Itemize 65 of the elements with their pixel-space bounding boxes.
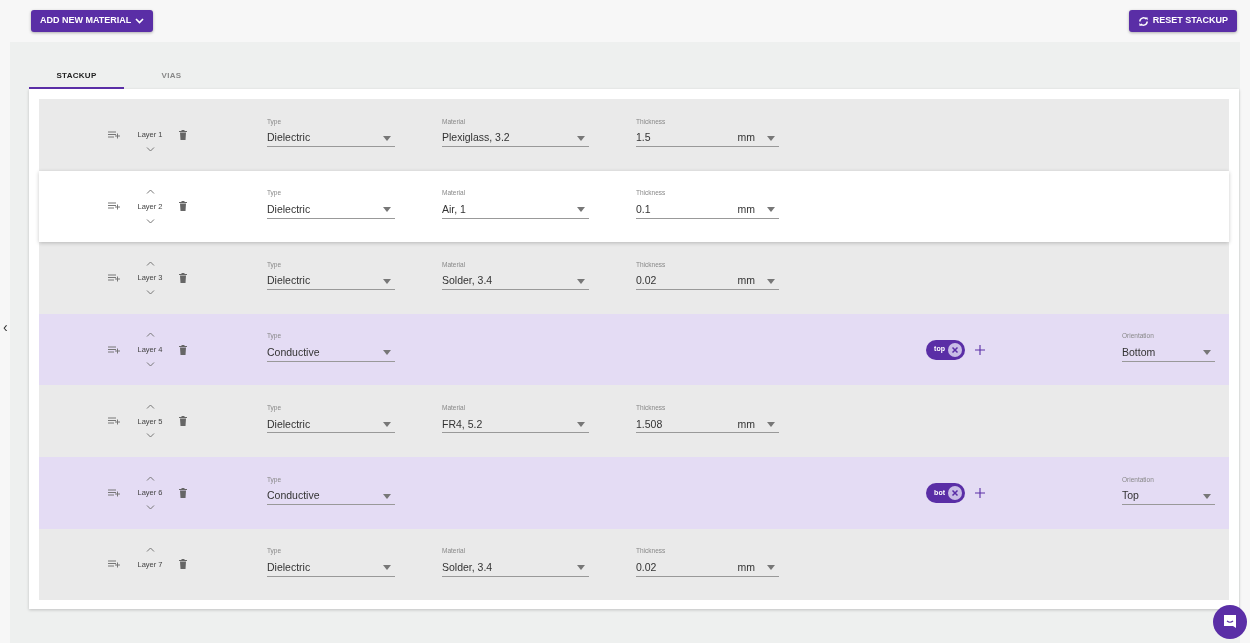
caret-icon <box>577 565 585 571</box>
chat-icon <box>1222 614 1238 630</box>
select-field[interactable]: Solder, 3.4 <box>442 273 589 291</box>
caret-icon <box>383 493 391 499</box>
chevron-down-icon <box>135 18 145 24</box>
select-field[interactable]: Dielectric <box>267 201 395 219</box>
add-layer-icon[interactable] <box>108 274 121 282</box>
delete-icon[interactable] <box>179 487 187 498</box>
reset-stackup-button[interactable]: RESET STACKUP <box>1128 10 1237 32</box>
select-field[interactable]: 0.02 mm <box>636 559 779 577</box>
caret-icon <box>383 278 391 284</box>
select-field[interactable]: Bottom <box>1122 344 1215 362</box>
refresh-icon <box>1137 15 1149 27</box>
delete-icon[interactable] <box>179 416 187 427</box>
select-field[interactable]: 0.02 mm <box>636 273 779 291</box>
select-field[interactable]: Dielectric <box>267 130 395 148</box>
select-field[interactable]: Dielectric <box>267 273 395 291</box>
add-layer-icon[interactable] <box>108 488 121 497</box>
select-field[interactable]: 0.1 mm <box>636 201 779 219</box>
select-field[interactable]: 1.508 mm <box>636 416 779 434</box>
delete-icon[interactable] <box>179 201 187 212</box>
collapse-toggle[interactable]: ‹ <box>3 317 8 338</box>
chevron-down-icon[interactable] <box>145 218 155 224</box>
select-field[interactable]: Conductive <box>267 344 395 362</box>
caret-icon <box>383 350 391 356</box>
add-icon[interactable] <box>975 344 985 355</box>
caret-icon <box>767 421 775 427</box>
caret-icon <box>577 207 585 213</box>
caret-icon <box>577 278 585 284</box>
caret-icon <box>767 565 775 571</box>
caret-icon <box>577 421 585 427</box>
select-field[interactable]: Top <box>1122 488 1215 505</box>
select-field[interactable]: 1.5 mm <box>636 130 779 148</box>
add-material-button[interactable]: ADD NEW MATERIAL <box>31 10 154 32</box>
caret-icon <box>383 135 391 141</box>
caret-icon <box>1203 350 1211 356</box>
select-field[interactable]: Dielectric <box>267 559 395 577</box>
select-field[interactable]: Air, 1 <box>442 201 589 219</box>
caret-icon <box>767 278 775 284</box>
caret-icon <box>383 565 391 571</box>
delete-icon[interactable] <box>179 273 187 283</box>
add-icon[interactable] <box>975 487 985 498</box>
chevron-up-icon[interactable] <box>145 189 155 195</box>
remove-icon[interactable] <box>948 342 962 357</box>
caret-icon <box>383 207 391 213</box>
caret-icon <box>767 135 775 141</box>
caret-icon <box>767 207 775 213</box>
remove-icon[interactable] <box>948 485 962 500</box>
caret-icon <box>577 135 585 141</box>
add-layer-icon[interactable] <box>108 345 121 354</box>
add-layer-icon[interactable] <box>108 130 121 139</box>
select-field[interactable]: Dielectric <box>267 416 395 434</box>
select-field[interactable]: Solder, 3.4 <box>442 559 589 577</box>
chat-button[interactable] <box>1213 605 1247 639</box>
delete-icon[interactable] <box>179 559 187 570</box>
delete-icon[interactable] <box>179 129 187 140</box>
add-layer-icon[interactable] <box>108 560 121 569</box>
select-field[interactable]: Conductive <box>267 488 395 505</box>
caret-icon <box>1203 493 1211 499</box>
caret-icon <box>383 421 391 427</box>
select-field[interactable]: FR4, 5.2 <box>442 416 589 434</box>
add-layer-icon[interactable] <box>108 202 121 211</box>
add-layer-icon[interactable] <box>108 417 121 426</box>
delete-icon[interactable] <box>179 344 187 355</box>
select-field[interactable]: Plexiglass, 3.2 <box>442 130 589 148</box>
